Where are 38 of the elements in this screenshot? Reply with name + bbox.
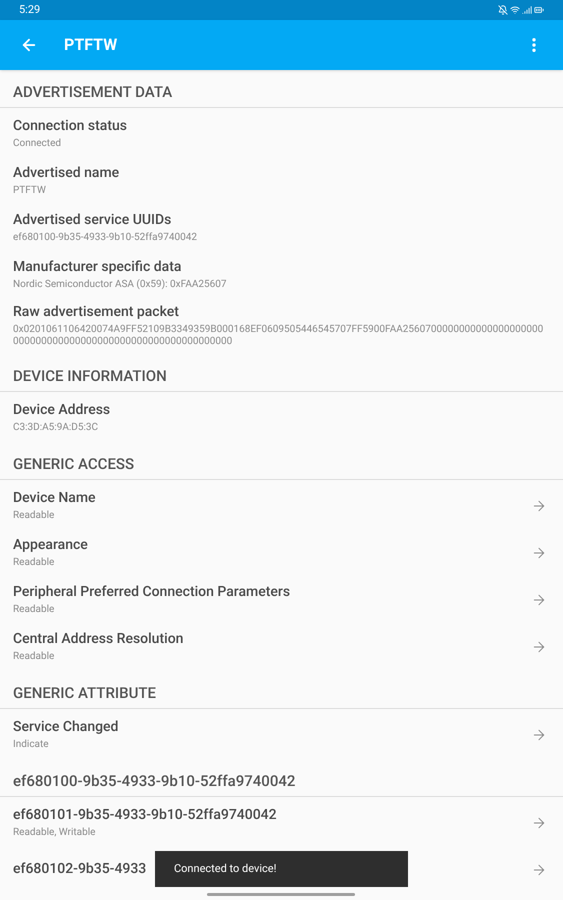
- battery-icon: [534, 5, 544, 15]
- section-header: ADVERTISEMENT DATA: [13, 83, 172, 101]
- item-subtitle: ef680100-9b35-4933-9b10-52ffa9740042: [13, 232, 197, 244]
- item-title: Appearance: [13, 536, 88, 555]
- item-title: Device Name: [13, 489, 96, 508]
- item-subtitle: Readable, Writable: [13, 827, 96, 839]
- item-subtitle: Readable: [13, 651, 54, 663]
- item-subtitle: Readable: [13, 604, 54, 616]
- item-title: ef680102-9b35-4933: [13, 860, 146, 879]
- item-title: Service Changed: [13, 718, 118, 737]
- back-icon[interactable]: [20, 36, 38, 54]
- item-subtitle: Readable: [13, 510, 54, 522]
- section-header: GENERIC ATTRIBUTE: [13, 684, 156, 702]
- section-header: ef680100-9b35-4933-9b10-52ffa9740042: [13, 772, 296, 790]
- item-subtitle: Indicate: [13, 739, 49, 751]
- item-title: Connection status: [13, 117, 127, 136]
- section-header: DEVICE INFORMATION: [13, 367, 167, 385]
- item-title: Peripheral Preferred Connection Parameters: [13, 583, 290, 602]
- item-title: Advertised service UUIDs: [13, 211, 172, 230]
- item-subtitle: PTFTW: [13, 185, 46, 197]
- item-subtitle: Connected: [13, 138, 62, 150]
- item-title: Raw advertisement packet: [13, 303, 179, 322]
- app-title: PTFTW: [64, 34, 118, 56]
- item-subtitle: Nordic Semiconductor ASA (0x59): 0xFAA25607: [13, 279, 226, 291]
- item-title: Manufacturer specific data: [13, 258, 182, 277]
- mute-icon: [498, 5, 508, 15]
- section-header: GENERIC ACCESS: [13, 455, 134, 473]
- item-title: Device Address: [13, 401, 110, 420]
- toast: Connected to device!: [155, 851, 408, 887]
- item-title: ef680101-9b35-4933-9b10-52ffa9740042: [13, 806, 277, 825]
- status-time: 5:29: [19, 2, 40, 18]
- item-title: Advertised name: [13, 164, 120, 183]
- item-subtitle: Readable: [13, 557, 54, 569]
- item-title: Central Address Resolution: [13, 630, 184, 649]
- signal-icon: [522, 5, 532, 15]
- item-subtitle: C3:3D:A5:9A:D5:3C: [13, 422, 98, 434]
- item-subtitle: 0x0201061106420074A9FF52109B3349359B000168EF0609505446545707FF5900FAA2560700000000000000000000000000000000000000000000000000000000000: [13, 324, 544, 348]
- wifi-icon: [510, 5, 520, 15]
